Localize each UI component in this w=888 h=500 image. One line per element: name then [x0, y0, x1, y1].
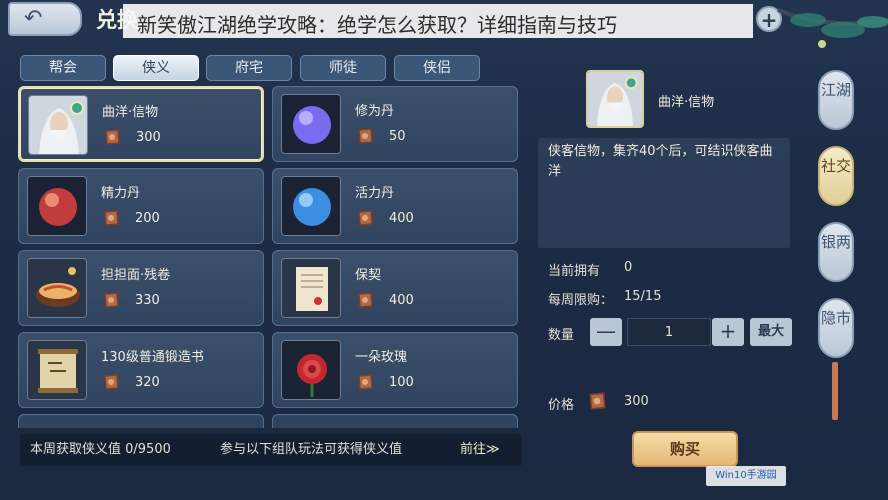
item-name: 活力丹 [355, 186, 395, 201]
side-nav-hidden-market[interactable]: 隐市 [818, 298, 854, 358]
noodle-bowl-icon [27, 258, 87, 318]
buy-button[interactable]: 购买 [632, 431, 738, 467]
item-card[interactable]: 曲洋·信物 300 [18, 86, 264, 162]
side-nav-label: 社交 [820, 157, 851, 175]
chivalry-info-bar: 本周获取侠义值 0/9500 参与以下组队玩法可获得侠义值 前往≫ [20, 434, 522, 466]
chivalry-token-icon [104, 292, 119, 308]
item-name: 担担面·残卷 [101, 268, 171, 283]
item-list: 曲洋·信物 300 修为丹 50 精力丹 200 活力丹 400 担担面·残卷 … [14, 84, 524, 468]
tab-chivalry[interactable]: 侠义 [113, 55, 199, 81]
limit-label: 每周限购： [548, 293, 614, 308]
top-bar: ↶ 兑换 新笑傲江湖绝学攻略：绝学怎么获取？详细指南与技巧 + [0, 0, 888, 48]
blue-orb-icon [281, 176, 341, 236]
item-card[interactable]: 130级普通锻造书 320 [18, 332, 264, 408]
item-name: 修为丹 [355, 104, 395, 119]
limit-value: 15/15 [624, 289, 662, 304]
item-name: 130级普通锻造书 [101, 350, 204, 365]
goto-link[interactable]: 前往≫ [460, 434, 500, 466]
item-price: 50 [389, 129, 406, 144]
chivalry-token-icon [358, 210, 373, 226]
article-title-banner: 新笑傲江湖绝学攻略：绝学怎么获取？详细指南与技巧 [123, 4, 753, 38]
quantity-minus-button[interactable]: — [590, 318, 622, 346]
item-price: 300 [136, 130, 161, 145]
item-name: 曲洋·信物 [102, 105, 159, 120]
chivalry-token-icon [104, 374, 119, 390]
item-card-partial[interactable] [272, 414, 518, 428]
tab-mansion[interactable]: 府宅 [206, 55, 292, 81]
side-nav-jianghu[interactable]: 江湖 [818, 70, 854, 130]
item-price: 330 [135, 293, 160, 308]
rose-icon [281, 340, 341, 400]
quantity-label: 数量 [548, 328, 575, 343]
red-orb-icon [27, 176, 87, 236]
quantity-field[interactable]: 1 [627, 318, 711, 346]
chivalry-token-icon [589, 392, 606, 410]
chivalry-token-icon [105, 129, 120, 145]
side-nav-label: 银两 [820, 233, 851, 251]
owned-label: 当前拥有 [548, 264, 601, 279]
back-button[interactable]: ↶ [8, 2, 82, 36]
side-nav-silver[interactable]: 银两 [818, 222, 854, 282]
item-name: 保契 [355, 268, 382, 283]
item-card[interactable]: 精力丹 200 [18, 168, 264, 244]
chivalry-token-icon [358, 292, 373, 308]
item-name: 一朵玫瑰 [355, 350, 408, 365]
purple-orb-icon [281, 94, 341, 154]
side-nav-label: 隐市 [820, 309, 851, 327]
tab-guild[interactable]: 帮会 [20, 55, 106, 81]
hint-text: 参与以下组队玩法可获得侠义值 [220, 442, 403, 457]
item-card[interactable]: 修为丹 50 [272, 86, 518, 162]
item-description: 侠客信物，集齐40个后，可结识侠客曲洋 [538, 138, 790, 248]
item-card-partial[interactable] [18, 414, 264, 428]
tassel-icon [832, 362, 838, 420]
elder-portrait-icon [586, 70, 644, 128]
item-price: 200 [135, 211, 160, 226]
chivalry-token-icon [358, 374, 373, 390]
item-price: 400 [389, 293, 414, 308]
item-price: 100 [389, 375, 414, 390]
side-nav-social[interactable]: 社交 [818, 146, 854, 206]
tab-master-apprentice[interactable]: 师徒 [300, 55, 386, 81]
price-label: 价格 [548, 398, 575, 413]
weekly-progress: 本周获取侠义值 0/9500 [30, 442, 171, 457]
tab-partner[interactable]: 侠侣 [394, 55, 480, 81]
quantity-max-button[interactable]: 最大 [750, 318, 792, 346]
item-price: 400 [389, 211, 414, 226]
contract-scroll-icon [281, 258, 341, 318]
item-card[interactable]: 保契 400 [272, 250, 518, 326]
detail-item-name: 曲洋·信物 [658, 95, 715, 110]
side-nav: 江湖 社交 银两 隐市 [816, 70, 856, 430]
chivalry-token-icon [104, 210, 119, 226]
item-detail-panel: 曲洋·信物 侠客信物，集齐40个后，可结识侠客曲洋 当前拥有 0 每周限购： 1… [530, 56, 794, 486]
back-arrow-icon: ↶ [24, 6, 43, 31]
site-watermark: Win10手游园 [706, 466, 786, 486]
item-card[interactable]: 活力丹 400 [272, 168, 518, 244]
scroll-book-icon [27, 340, 87, 400]
item-card[interactable]: 担担面·残卷 330 [18, 250, 264, 326]
item-card[interactable]: 一朵玫瑰 100 [272, 332, 518, 408]
quantity-plus-button[interactable]: + [712, 318, 744, 346]
side-nav-label: 江湖 [820, 81, 851, 99]
item-name: 精力丹 [101, 186, 141, 201]
elder-portrait-icon [28, 95, 88, 155]
exchange-screen: ↶ 兑换 新笑傲江湖绝学攻略：绝学怎么获取？详细指南与技巧 + 帮会 侠义 府宅… [0, 0, 888, 500]
chivalry-token-icon [358, 128, 373, 144]
price-value: 300 [624, 394, 649, 409]
item-price: 320 [135, 375, 160, 390]
owned-value: 0 [624, 260, 633, 275]
